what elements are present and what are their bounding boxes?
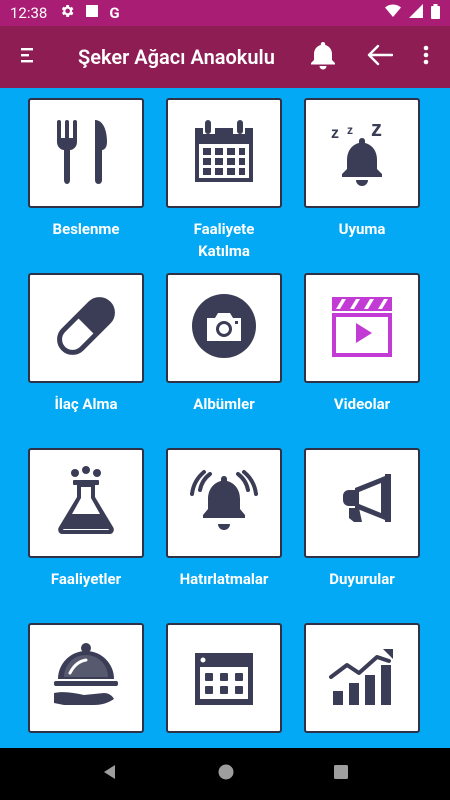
fork-knife-icon <box>51 116 121 190</box>
menu-card[interactable] <box>28 273 144 383</box>
menu-tile-uyuma[interactable]: z z z Uyuma <box>304 98 420 240</box>
video-clapper-icon <box>328 293 396 363</box>
ringing-bell-icon <box>188 468 260 538</box>
menu-label: Hatırlatmalar <box>179 570 269 588</box>
menu-label: Faaliyetler <box>50 570 122 588</box>
megaphone-icon <box>329 468 395 538</box>
overflow-menu-button[interactable] <box>412 40 440 74</box>
menu-card[interactable] <box>166 448 282 558</box>
system-nav-bar <box>0 748 450 800</box>
menu-tile-takvim[interactable] <box>166 623 282 743</box>
menu-tile-videolar[interactable]: Videolar <box>304 273 420 415</box>
menu-label: Uyuma <box>338 220 386 238</box>
menu-label: Videolar <box>333 395 391 413</box>
menu-card[interactable] <box>28 98 144 208</box>
menu-card[interactable] <box>166 623 282 733</box>
menu-card[interactable] <box>304 448 420 558</box>
serving-dish-icon <box>50 641 122 715</box>
menu-icon <box>21 47 35 67</box>
app-title: Şeker Ağacı Anaokulu <box>78 45 275 69</box>
menu-label: Duyurular <box>329 570 395 588</box>
menu-grid: Beslenme Faaliyete Katılma z z z Uyuma İ… <box>0 88 450 748</box>
more-vertical-icon <box>423 45 429 69</box>
signal-icon <box>409 4 423 22</box>
menu-card[interactable] <box>166 98 282 208</box>
growth-chart-icon <box>327 643 397 713</box>
menu-label: Faaliyete Katılma <box>193 220 255 260</box>
camera-icon <box>191 293 257 363</box>
menu-card[interactable] <box>304 273 420 383</box>
menu-tile-faaliyete-katilma[interactable]: Faaliyete Katılma <box>166 98 282 262</box>
menu-tile-faaliyetler[interactable]: Faaliyetler <box>28 448 144 590</box>
status-time: 12:38 <box>10 4 48 22</box>
menu-card[interactable] <box>28 448 144 558</box>
menu-label: Beslenme <box>52 220 120 238</box>
menu-tile-albumler[interactable]: Albümler <box>166 273 282 415</box>
calendar-icon <box>191 118 257 188</box>
menu-card[interactable]: z z z <box>304 98 420 208</box>
pill-icon <box>51 291 121 365</box>
menu-tile-beslenme[interactable]: Beslenme <box>28 98 144 240</box>
back-button[interactable] <box>364 40 396 74</box>
app-bar: Şeker Ağacı Anaokulu <box>0 26 450 88</box>
menu-tile-gelisim[interactable] <box>304 623 420 743</box>
square-icon <box>85 4 99 22</box>
sleeping-bell-icon: z z z <box>327 116 397 190</box>
notifications-button[interactable] <box>306 40 340 74</box>
wifi-icon <box>385 4 401 22</box>
menu-card[interactable] <box>166 273 282 383</box>
nav-recents-icon[interactable] <box>333 764 349 784</box>
nav-home-icon[interactable] <box>217 763 235 785</box>
back-arrow-icon <box>367 44 394 70</box>
svg-text:z: z <box>331 125 339 142</box>
menu-tile-ilac-alma[interactable]: İlaç Alma <box>28 273 144 415</box>
menu-tile-yemek-menusu[interactable] <box>28 623 144 743</box>
flask-icon <box>53 466 119 540</box>
menu-tile-duyurular[interactable]: Duyurular <box>304 448 420 590</box>
menu-card[interactable] <box>304 623 420 733</box>
svg-text:z: z <box>371 116 382 141</box>
nav-back-icon[interactable] <box>101 763 119 785</box>
menu-label: Albümler <box>193 395 255 413</box>
calendar-grid-icon <box>191 643 257 713</box>
menu-tile-hatirlatmalar[interactable]: Hatırlatmalar <box>166 448 282 590</box>
battery-icon <box>431 3 440 23</box>
menu-label: İlaç Alma <box>54 395 118 413</box>
gear-icon <box>59 3 75 23</box>
status-bar: 12:38 G <box>0 0 450 26</box>
google-g-icon: G <box>109 4 120 22</box>
menu-card[interactable] <box>28 623 144 733</box>
svg-text:z: z <box>347 123 353 137</box>
menu-button[interactable] <box>0 26 56 88</box>
bell-icon <box>309 40 337 74</box>
